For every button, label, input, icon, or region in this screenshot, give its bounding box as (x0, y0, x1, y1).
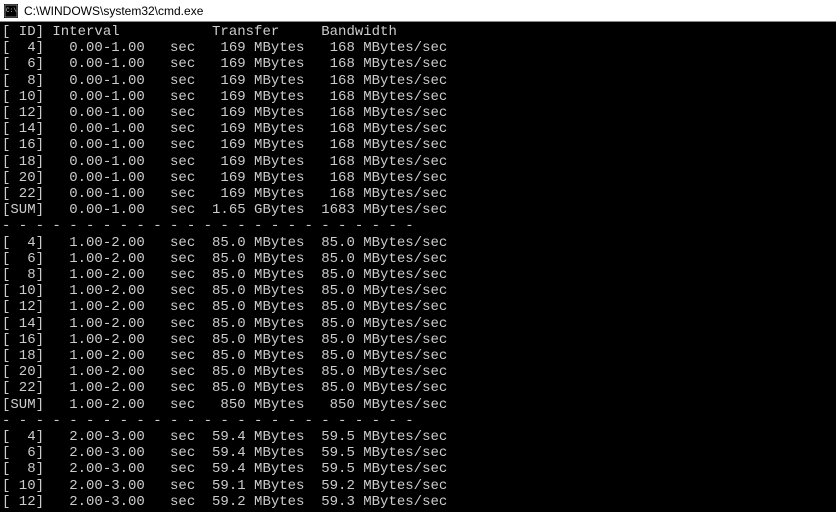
data-row: [ 10] 2.00-3.00 sec 59.1 MBytes 59.2 MBy… (2, 478, 834, 494)
data-row: [ 18] 1.00-2.00 sec 85.0 MBytes 85.0 MBy… (2, 348, 834, 364)
window-titlebar: C:\ C:\WINDOWS\system32\cmd.exe (0, 0, 836, 22)
data-row: [ 10] 1.00-2.00 sec 85.0 MBytes 85.0 MBy… (2, 283, 834, 299)
data-row: [ 6] 0.00-1.00 sec 169 MBytes 168 MBytes… (2, 56, 834, 72)
header-row: [ ID] Interval Transfer Bandwidth (2, 24, 834, 40)
data-row: [ 12] 2.00-3.00 sec 59.2 MBytes 59.3 MBy… (2, 494, 834, 510)
separator-row: - - - - - - - - - - - - - - - - - - - - … (2, 218, 834, 234)
data-row: [ 8] 0.00-1.00 sec 169 MBytes 168 MBytes… (2, 73, 834, 89)
data-row: [ 14] 0.00-1.00 sec 169 MBytes 168 MByte… (2, 121, 834, 137)
cmd-icon: C:\ (4, 4, 18, 18)
svg-text:C:\: C:\ (6, 7, 17, 14)
data-row: [ 14] 1.00-2.00 sec 85.0 MBytes 85.0 MBy… (2, 316, 834, 332)
data-row: [ 4] 0.00-1.00 sec 169 MBytes 168 MBytes… (2, 40, 834, 56)
data-row: [ 4] 1.00-2.00 sec 85.0 MBytes 85.0 MByt… (2, 235, 834, 251)
terminal-output[interactable]: [ ID] Interval Transfer Bandwidth[ 4] 0.… (0, 22, 836, 512)
data-row: [ 22] 1.00-2.00 sec 85.0 MBytes 85.0 MBy… (2, 380, 834, 396)
data-row: [ 12] 0.00-1.00 sec 169 MBytes 168 MByte… (2, 105, 834, 121)
data-row: [ 20] 1.00-2.00 sec 85.0 MBytes 85.0 MBy… (2, 364, 834, 380)
data-row: [ 22] 0.00-1.00 sec 169 MBytes 168 MByte… (2, 186, 834, 202)
data-row: [ 18] 0.00-1.00 sec 169 MBytes 168 MByte… (2, 154, 834, 170)
data-row: [ 16] 0.00-1.00 sec 169 MBytes 168 MByte… (2, 137, 834, 153)
data-row: [ 6] 2.00-3.00 sec 59.4 MBytes 59.5 MByt… (2, 445, 834, 461)
data-row: [ 8] 1.00-2.00 sec 85.0 MBytes 85.0 MByt… (2, 267, 834, 283)
data-row: [ 8] 2.00-3.00 sec 59.4 MBytes 59.5 MByt… (2, 461, 834, 477)
window-title: C:\WINDOWS\system32\cmd.exe (24, 4, 203, 18)
separator-row: - - - - - - - - - - - - - - - - - - - - … (2, 413, 834, 429)
data-row: [ 10] 0.00-1.00 sec 169 MBytes 168 MByte… (2, 89, 834, 105)
data-row: [ 12] 1.00-2.00 sec 85.0 MBytes 85.0 MBy… (2, 299, 834, 315)
data-row: [ 16] 1.00-2.00 sec 85.0 MBytes 85.0 MBy… (2, 332, 834, 348)
data-row: [ 6] 1.00-2.00 sec 85.0 MBytes 85.0 MByt… (2, 251, 834, 267)
data-row: [SUM] 0.00-1.00 sec 1.65 GBytes 1683 MBy… (2, 202, 834, 218)
data-row: [ 20] 0.00-1.00 sec 169 MBytes 168 MByte… (2, 170, 834, 186)
data-row: [ 4] 2.00-3.00 sec 59.4 MBytes 59.5 MByt… (2, 429, 834, 445)
data-row: [SUM] 1.00-2.00 sec 850 MBytes 850 MByte… (2, 397, 834, 413)
